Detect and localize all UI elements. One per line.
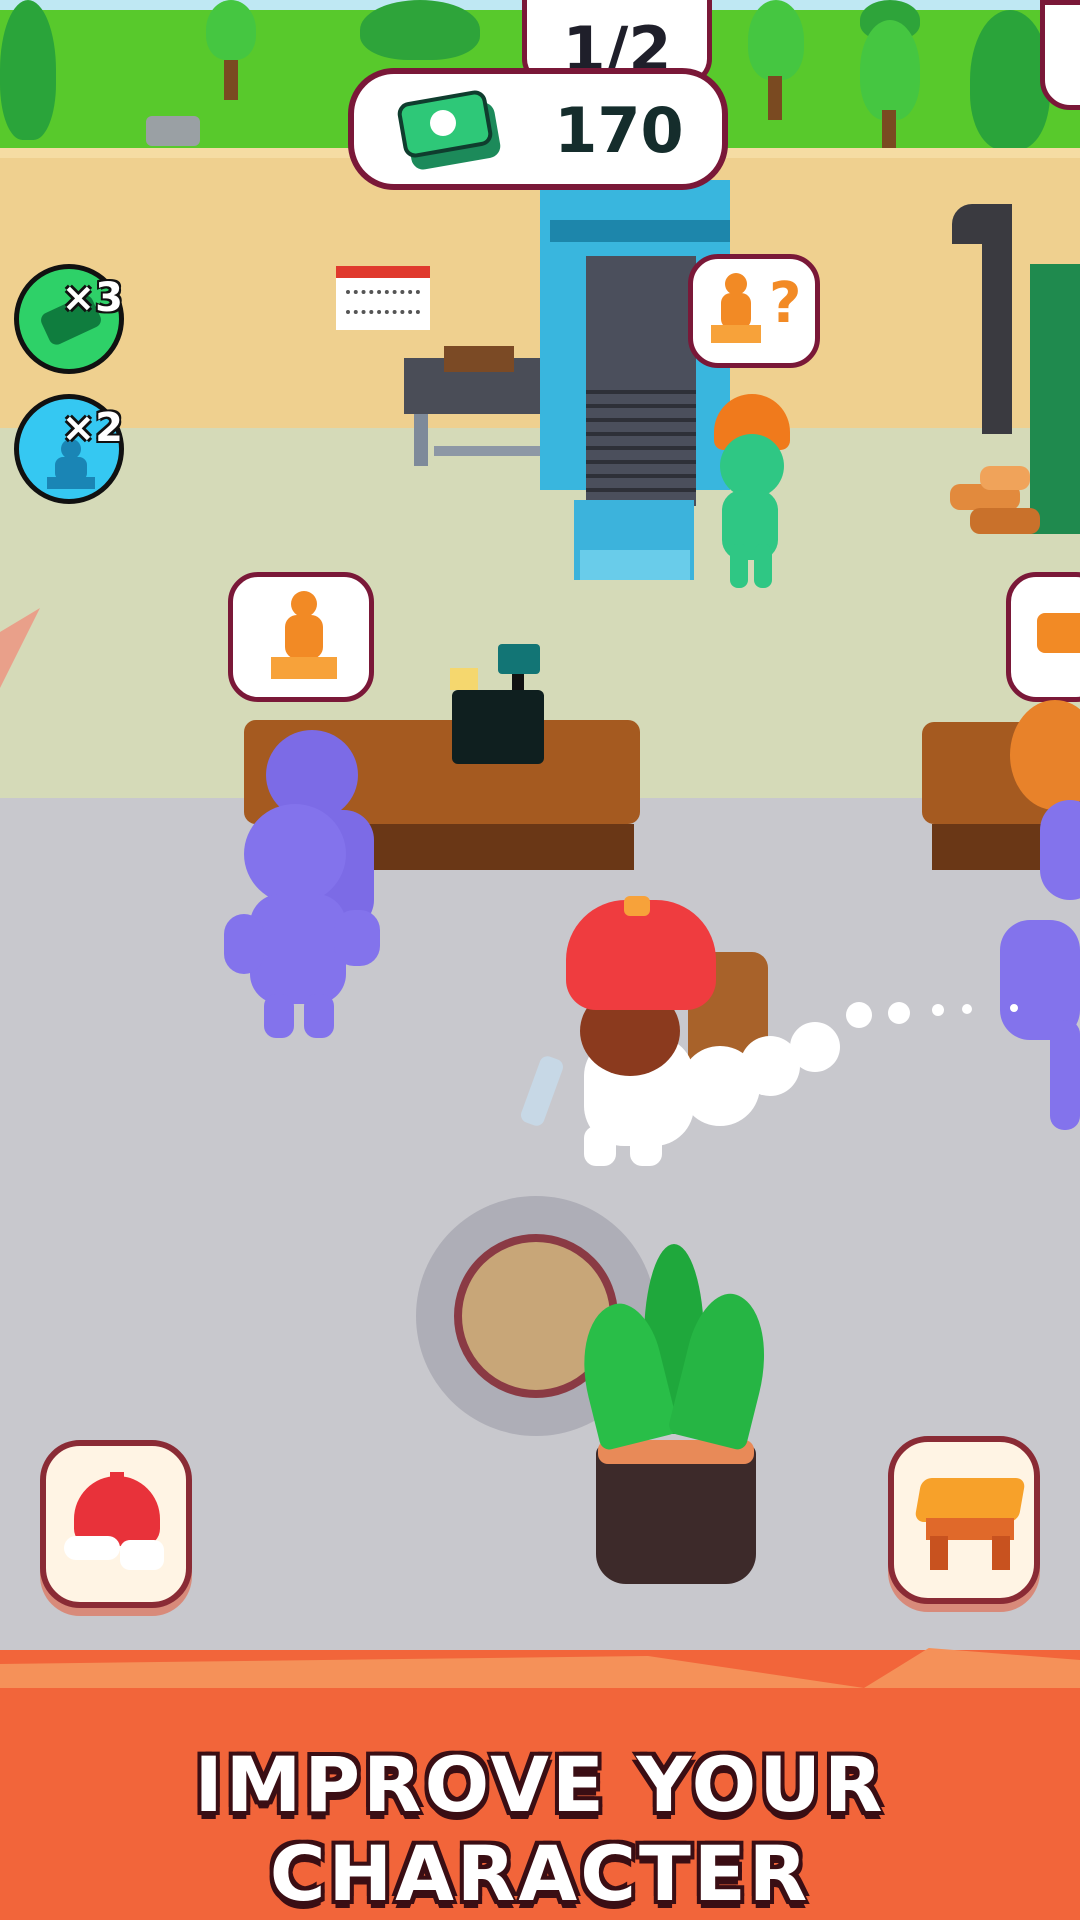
- calendar-icon: [336, 266, 430, 330]
- wood-planks-icon: [1037, 613, 1080, 653]
- workbench: [404, 346, 554, 466]
- order-bubble: [228, 572, 374, 702]
- tree-icon: [196, 0, 266, 110]
- customer-boost-button[interactable]: ×2: [14, 394, 124, 504]
- statue-icon: [271, 591, 337, 687]
- money-boost-button[interactable]: ×3: [14, 264, 124, 374]
- tree-icon: [742, 0, 812, 120]
- tree-icon: [360, 0, 480, 70]
- cash-register: [448, 644, 548, 764]
- money-counter: 170: [348, 68, 728, 190]
- order-bubble: [1006, 572, 1080, 702]
- money-value: 170: [554, 94, 684, 167]
- customer-npc: [224, 804, 394, 1038]
- upgrade-character-button[interactable]: [40, 1440, 192, 1608]
- stool-icon: [914, 1478, 1026, 1572]
- top-right-widget[interactable]: [1040, 0, 1080, 110]
- upgrade-furniture-button[interactable]: [888, 1436, 1040, 1604]
- potted-plant: [568, 1244, 781, 1594]
- boost-multiplier: ×3: [61, 275, 123, 321]
- cash-stack-icon: [394, 88, 504, 172]
- order-status-text: ?: [769, 271, 802, 336]
- red-cap-icon: [64, 1472, 170, 1576]
- red-cap: [566, 900, 716, 1010]
- statue-icon: [711, 273, 761, 351]
- boost-multiplier: ×2: [61, 405, 123, 451]
- dust-trail: [680, 996, 1040, 1136]
- tree-icon: [820, 0, 940, 150]
- rock-icon: [146, 116, 200, 146]
- tree-icon: [0, 0, 60, 150]
- banner-headline: IMPROVE YOUR CHARACTER: [194, 1740, 886, 1918]
- worker-npc: [694, 394, 794, 594]
- log-pile: [950, 464, 1040, 540]
- axe: [518, 1054, 566, 1128]
- order-bubble: ?: [688, 254, 820, 368]
